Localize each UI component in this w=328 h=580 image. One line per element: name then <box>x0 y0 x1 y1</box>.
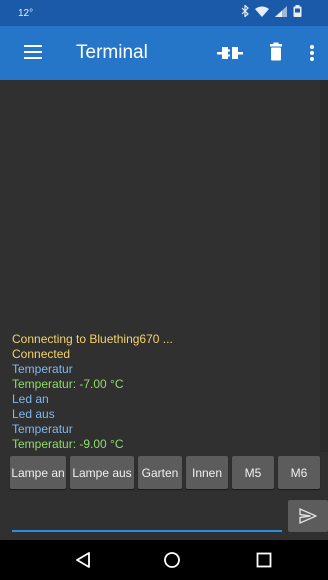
terminal-line: Temperatur <box>12 362 73 376</box>
battery-icon <box>293 5 302 17</box>
app-bar: Terminal <box>0 26 328 80</box>
status-time: 12° <box>18 8 34 19</box>
terminal-scrollbar[interactable] <box>320 80 328 452</box>
input-underline <box>12 530 282 532</box>
page-title: Terminal <box>76 42 148 63</box>
send-button[interactable] <box>288 500 328 532</box>
terminal-line: Temperatur: -9.00 °C <box>12 437 124 451</box>
bluetooth-icon <box>241 5 249 17</box>
signal-icon <box>275 5 287 17</box>
terminal-line: Connected <box>12 347 71 361</box>
macro-button-m6[interactable]: M6 <box>278 456 320 489</box>
macro-button-innen[interactable]: Innen <box>186 456 228 489</box>
macro-button-lampe-aus[interactable]: Lampe aus <box>70 456 134 489</box>
status-icons <box>241 5 302 17</box>
nav-home-icon[interactable] <box>160 548 184 572</box>
macro-button-garten[interactable]: Garten <box>138 456 182 489</box>
send-icon <box>299 508 317 524</box>
macro-button-bar: Lampe an Lampe aus Garten Innen M5 M6 <box>10 456 328 490</box>
terminal-line: Temperatur <box>12 422 73 436</box>
terminal-lines: Connecting to Bluething670 ... Connected… <box>12 332 312 452</box>
macro-button-lampe-an[interactable]: Lampe an <box>10 456 66 489</box>
trash-icon[interactable] <box>262 39 290 67</box>
terminal-line: Led aus <box>12 407 55 421</box>
nav-recents-icon[interactable] <box>252 548 276 572</box>
wifi-icon <box>255 6 269 17</box>
terminal-output[interactable]: Connecting to Bluething670 ... Connected… <box>0 80 320 452</box>
hamburger-menu-icon[interactable] <box>24 42 46 64</box>
system-nav-bar <box>0 540 328 580</box>
terminal-line: Temperatur: -7.00 °C <box>12 377 124 391</box>
status-bar: 12° <box>0 0 328 26</box>
overflow-menu-icon[interactable] <box>302 39 322 67</box>
terminal-line: Led an <box>12 392 49 406</box>
nav-back-icon[interactable] <box>72 548 96 572</box>
send-text-input[interactable] <box>12 502 284 530</box>
connect-plug-icon[interactable] <box>216 39 244 67</box>
terminal-line: Connecting to Bluething670 ... <box>12 332 173 346</box>
send-input-row <box>0 496 328 540</box>
macro-button-m5[interactable]: M5 <box>232 456 274 489</box>
